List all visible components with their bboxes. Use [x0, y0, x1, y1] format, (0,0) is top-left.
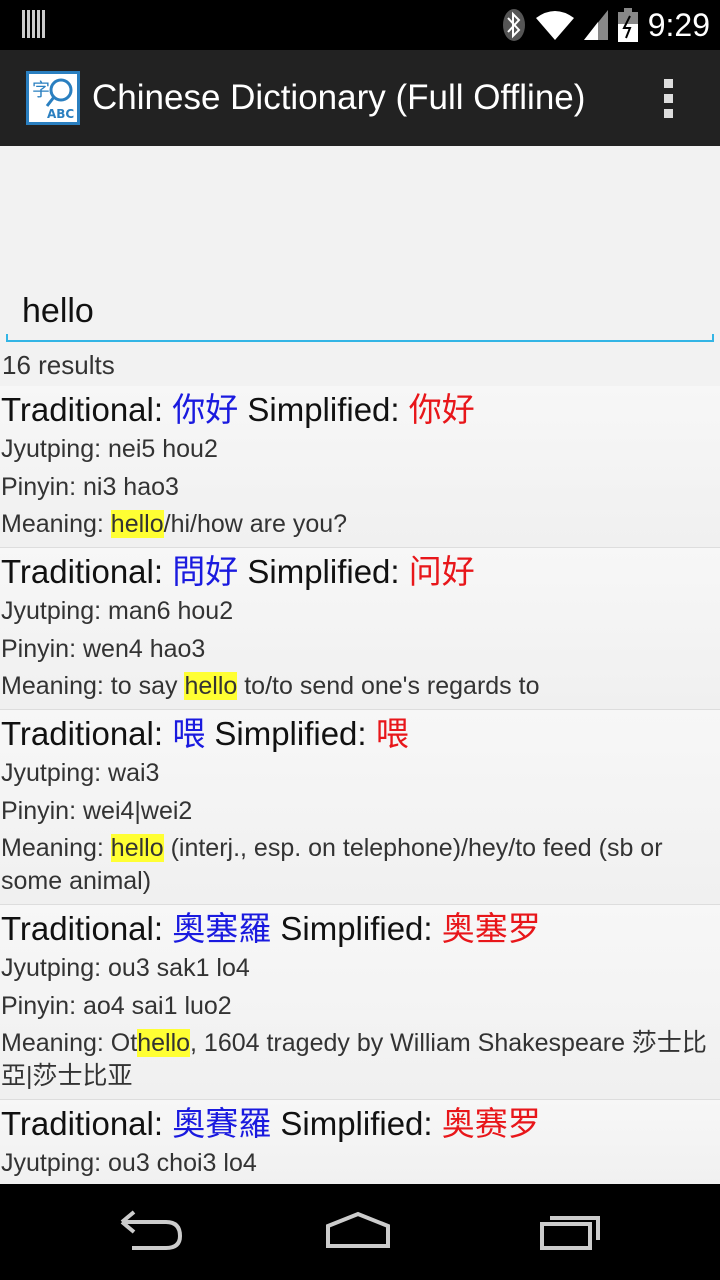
meaning-label: Meaning:	[1, 834, 111, 862]
traditional-chars: 奧賽羅	[172, 1105, 272, 1142]
pinyin-value: wei4|wei2	[82, 797, 193, 825]
recents-icon[interactable]	[532, 1208, 612, 1258]
pinyin-label: Pinyin:	[1, 797, 83, 825]
simplified-label: Simplified:	[271, 910, 442, 947]
meaning-highlight: hello	[184, 672, 238, 700]
result-item[interactable]: Traditional: 你好 Simplified: 你好 Jyutping:…	[0, 386, 720, 548]
pinyin-value: wen4 hao3	[82, 635, 206, 663]
simplified-label: Simplified:	[238, 553, 409, 590]
traditional-chars: 奧塞羅	[172, 910, 272, 947]
meaning-line: Meaning: hello/hi/how are you?	[1, 506, 720, 541]
meaning-text: Ot	[110, 1029, 138, 1057]
status-time: 9:29	[647, 6, 710, 43]
result-item[interactable]: Traditional: 問好 Simplified: 问好 Jyutping:…	[0, 548, 720, 710]
bluetooth-icon	[502, 9, 525, 41]
result-item[interactable]: Traditional: 喂 Simplified: 喂 Jyutping: w…	[0, 710, 720, 905]
jyutping-value: man6 hou2	[108, 597, 234, 625]
meaning-text: /hi/how are you?	[163, 510, 348, 538]
action-bar: 字 ABC Chinese Dictionary (Full Offline)	[0, 50, 720, 146]
meaning-text: to say	[110, 672, 185, 700]
result-headword: Traditional: 你好 Simplified: 你好	[1, 390, 720, 430]
overflow-menu-icon[interactable]	[638, 50, 698, 146]
meaning-text: to/to send one's regards to	[237, 672, 540, 700]
main-content: 16 results Traditional: 你好 Simplified: 你…	[0, 146, 720, 1184]
battery-icon	[617, 8, 638, 42]
dictionary-app-icon[interactable]: 字 ABC	[26, 71, 80, 125]
barcode-icon	[22, 10, 45, 38]
traditional-label: Traditional:	[1, 553, 173, 590]
signal-icon	[583, 10, 608, 40]
result-item[interactable]: Traditional: 奧塞羅 Simplified: 奥塞罗 Jyutpin…	[0, 905, 720, 1100]
jyutping-label: Jyutping:	[1, 954, 109, 982]
traditional-chars: 你好	[172, 391, 239, 428]
meaning-line: Meaning: hello (interj., esp. on telepho…	[1, 830, 720, 898]
traditional-label: Traditional:	[1, 910, 173, 947]
traditional-label: Traditional:	[1, 715, 173, 752]
meaning-highlight: hello	[110, 510, 164, 538]
results-list[interactable]: Traditional: 你好 Simplified: 你好 Jyutping:…	[0, 386, 720, 1184]
back-icon[interactable]	[110, 1208, 190, 1258]
meaning-label: Meaning:	[1, 672, 111, 700]
svg-text:字: 字	[32, 80, 50, 101]
simplified-label: Simplified:	[271, 1105, 442, 1142]
pinyin-value: ao4 sai1 luo2	[82, 992, 232, 1020]
simplified-chars: 喂	[375, 715, 409, 752]
pinyin-label: Pinyin:	[1, 635, 83, 663]
home-icon[interactable]	[318, 1208, 398, 1258]
results-count: 16 results	[2, 350, 115, 380]
search-field[interactable]	[6, 286, 714, 344]
jyutping-line: Jyutping: ou3 sak1 lo4	[1, 949, 720, 987]
traditional-label: Traditional:	[1, 391, 173, 428]
simplified-chars: 奥赛罗	[441, 1105, 541, 1142]
meaning-label: Meaning:	[1, 510, 111, 538]
meaning-highlight: hello	[110, 834, 164, 862]
pinyin-line: Pinyin: wei4|wei2	[1, 792, 720, 830]
jyutping-line: Jyutping: man6 hou2	[1, 592, 720, 630]
simplified-label: Simplified:	[205, 715, 376, 752]
search-input[interactable]	[6, 286, 714, 336]
result-headword: Traditional: 奧賽羅 Simplified: 奥赛罗	[1, 1104, 720, 1144]
simplified-chars: 奥塞罗	[441, 910, 541, 947]
pinyin-line: Pinyin: wen4 hao3	[1, 630, 720, 668]
wifi-icon	[535, 11, 574, 40]
jyutping-label: Jyutping:	[1, 1149, 109, 1177]
jyutping-value: nei5 hou2	[108, 435, 218, 463]
meaning-line: Meaning: to say hello to/to send one's r…	[1, 668, 720, 703]
meaning-highlight: hello	[137, 1029, 191, 1057]
traditional-chars: 喂	[172, 715, 206, 752]
result-headword: Traditional: 喂 Simplified: 喂	[1, 714, 720, 754]
pinyin-value: ni3 hao3	[82, 473, 179, 501]
svg-text:ABC: ABC	[47, 107, 74, 121]
result-headword: Traditional: 問好 Simplified: 问好	[1, 552, 720, 592]
jyutping-label: Jyutping:	[1, 759, 109, 787]
pinyin-label: Pinyin:	[1, 473, 83, 501]
meaning-line: Meaning: Othello, 1604 tragedy by Willia…	[1, 1025, 720, 1093]
app-title: Chinese Dictionary (Full Offline)	[92, 78, 586, 117]
simplified-label: Simplified:	[238, 391, 409, 428]
traditional-chars: 問好	[172, 553, 239, 590]
pinyin-label: Pinyin:	[1, 992, 83, 1020]
pinyin-line: Pinyin: ao4 sai1 luo2	[1, 987, 720, 1025]
jyutping-value: ou3 choi3 lo4	[108, 1149, 257, 1177]
jyutping-line: Jyutping: nei5 hou2	[1, 430, 720, 468]
search-underline	[6, 334, 714, 342]
pinyin-line: Pinyin: ni3 hao3	[1, 468, 720, 506]
result-headword: Traditional: 奧塞羅 Simplified: 奥塞罗	[1, 909, 720, 949]
traditional-label: Traditional:	[1, 1105, 173, 1142]
jyutping-line: Jyutping: ou3 choi3 lo4	[1, 1144, 720, 1182]
jyutping-label: Jyutping:	[1, 435, 109, 463]
jyutping-line: Jyutping: wai3	[1, 754, 720, 792]
status-bar: 9:29	[0, 0, 720, 50]
jyutping-value: wai3	[108, 759, 160, 787]
result-item[interactable]: Traditional: 奧賽羅 Simplified: 奥赛罗 Jyutpin…	[0, 1100, 720, 1184]
navigation-bar	[0, 1184, 720, 1280]
jyutping-value: ou3 sak1 lo4	[108, 954, 250, 982]
simplified-chars: 问好	[408, 553, 475, 590]
simplified-chars: 你好	[408, 391, 475, 428]
jyutping-label: Jyutping:	[1, 597, 109, 625]
meaning-label: Meaning:	[1, 1029, 111, 1057]
